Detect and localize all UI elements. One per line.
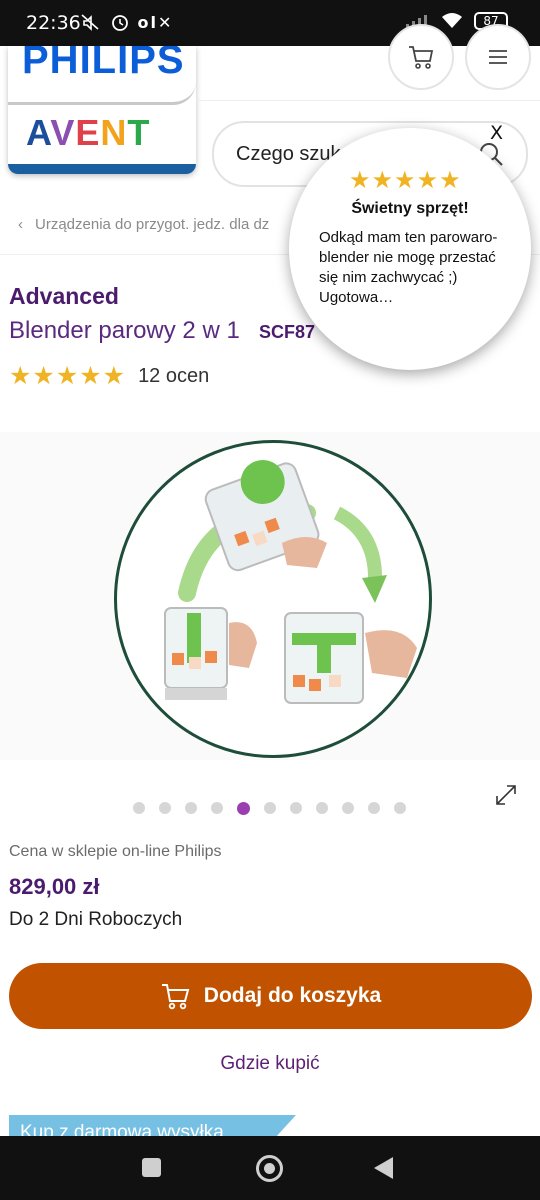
price-label: Cena w sklepie on-line Philips	[9, 843, 222, 860]
philips-logo: PHILIPS	[22, 46, 185, 82]
carousel-dot[interactable]	[342, 802, 354, 814]
notification-icons: ol✕	[80, 12, 173, 33]
logo-divider	[8, 82, 196, 105]
review-stars: ★★★★★	[349, 167, 462, 194]
avent-letter: N	[100, 112, 128, 153]
recents-icon[interactable]	[142, 1158, 161, 1177]
review-popup[interactable]: ★★★★★ Świetny sprzęt! Odkąd mam ten paro…	[289, 128, 531, 370]
review-title: Świetny sprzęt!	[351, 200, 469, 217]
carousel-dot[interactable]	[133, 802, 145, 814]
carousel-dot[interactable]	[185, 802, 197, 814]
logo-bar	[8, 164, 196, 174]
product-image[interactable]	[114, 440, 432, 758]
avent-letter: A	[26, 112, 51, 153]
home-icon[interactable]	[256, 1155, 283, 1182]
promo-banner[interactable]: Kup z darmową wysyłką	[9, 1115, 296, 1137]
menu-button[interactable]	[465, 24, 531, 90]
chevron-left-icon: ‹	[18, 216, 23, 233]
status-bar: 22:36 ol✕ 87	[0, 0, 540, 46]
carousel-dot[interactable]	[159, 802, 171, 814]
status-time: 22:36	[26, 12, 81, 34]
wifi-icon	[442, 13, 462, 28]
review-body: Odkąd mam ten parowaro-blender nie mogę …	[319, 229, 498, 306]
review-count: 12 ocen	[138, 364, 210, 387]
breadcrumb-label: Urządzenia do przygot. jedz. dla dz	[35, 216, 270, 233]
carousel-dot[interactable]	[264, 802, 276, 814]
add-to-cart-button[interactable]: Dodaj do koszyka	[9, 963, 532, 1029]
rating[interactable]: ★★★★★ 12 ocen	[9, 361, 209, 391]
carousel-dot[interactable]	[237, 802, 250, 815]
cart-button[interactable]	[388, 24, 454, 90]
olx-icon: ol✕	[137, 13, 174, 32]
system-nav-bar	[0, 1136, 540, 1200]
back-icon[interactable]	[374, 1157, 393, 1179]
brand-logo[interactable]: PHILIPS AVENT	[8, 46, 196, 174]
promo-text: Kup z darmową wysyłką	[20, 1122, 224, 1137]
product-title: Blender parowy 2 w 1	[9, 317, 240, 344]
cart-icon	[409, 46, 434, 69]
add-to-cart-label: Dodaj do koszyka	[203, 984, 382, 1007]
carousel-dots[interactable]	[133, 802, 406, 815]
cart-icon	[161, 984, 190, 1010]
carousel-dot[interactable]	[211, 802, 223, 814]
carousel-dot[interactable]	[368, 802, 380, 814]
product-line: Advanced	[9, 283, 119, 309]
where-to-buy-link[interactable]: Gdzie kupić	[0, 1053, 540, 1075]
carousel-dot[interactable]	[394, 802, 406, 814]
delivery-time: Do 2 Dni Roboczych	[9, 909, 183, 930]
price: 829,00 zł	[9, 874, 100, 899]
rating-stars: ★★★★★	[9, 362, 127, 390]
carousel-dot[interactable]	[316, 802, 328, 814]
avent-letter: E	[75, 112, 101, 153]
product-model: SCF87	[259, 322, 316, 342]
expand-icon[interactable]	[494, 783, 518, 812]
mute-icon	[81, 14, 99, 31]
alarm-icon	[111, 15, 128, 31]
menu-icon	[489, 50, 507, 64]
avent-logo: AVENT	[26, 112, 150, 154]
carousel-dot[interactable]	[290, 802, 302, 814]
avent-letter: V	[50, 112, 76, 153]
breadcrumb[interactable]: ‹ Urządzenia do przygot. jedz. dla dz	[18, 216, 269, 233]
blender-illustration	[164, 459, 417, 704]
header-divider	[196, 100, 540, 101]
close-review-button[interactable]: X	[490, 122, 503, 144]
avent-letter: T	[127, 112, 151, 153]
